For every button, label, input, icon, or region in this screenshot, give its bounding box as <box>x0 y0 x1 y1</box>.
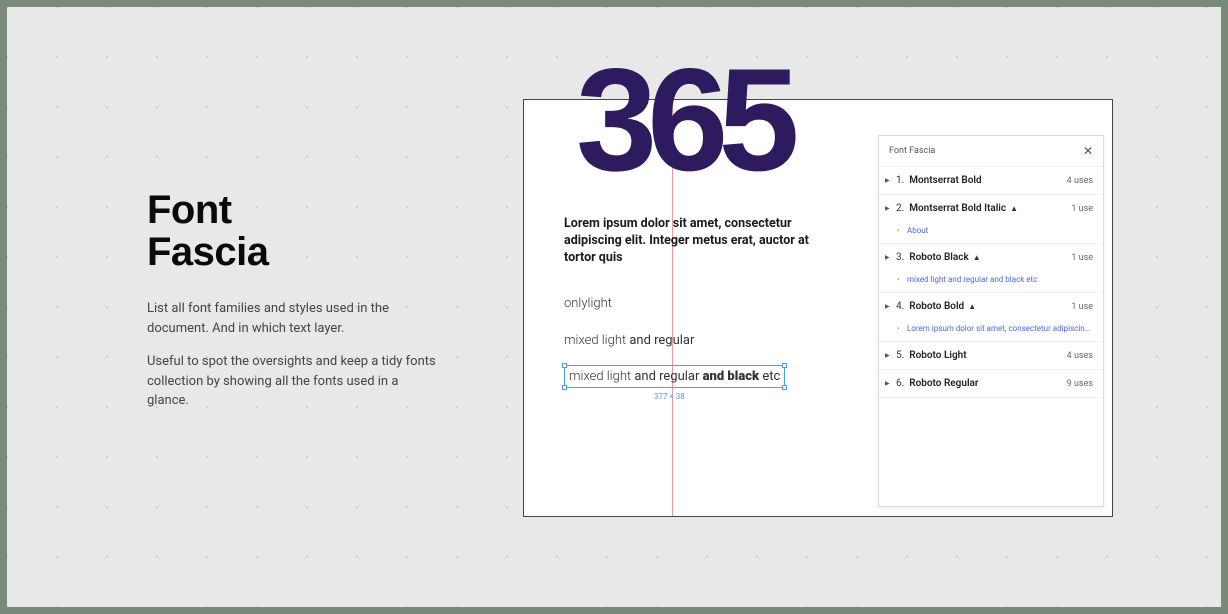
font-row-6[interactable]: ▶ 6. Roboto Regular 9 uses <box>879 370 1103 398</box>
row-index: 2. <box>896 203 904 214</box>
selection-handle-tr[interactable] <box>782 363 787 368</box>
uses-count: 4 uses <box>1067 351 1093 361</box>
warning-icon: ▲ <box>973 253 981 262</box>
row-index: 6. <box>896 378 904 389</box>
font-fascia-panel: Font Fascia ✕ ▶ 1. Montserrat Bold 4 use… <box>878 135 1104 507</box>
page-background: Font Fascia List all font families and s… <box>7 7 1221 607</box>
uses-count: 1 use <box>1071 302 1093 312</box>
font-name: Roboto Regular <box>909 378 1066 389</box>
canvas-preview: 365 Lorem ipsum dolor sit amet, consecte… <box>523 99 1113 517</box>
row-index: 1. <box>896 175 904 186</box>
expand-icon[interactable]: ▶ <box>885 352 891 359</box>
layer-link-about[interactable]: About <box>879 222 1103 244</box>
expand-icon[interactable]: ▶ <box>885 303 891 310</box>
title-line-1: Font <box>147 189 437 231</box>
font-name: Roboto Black▲ <box>909 252 1071 263</box>
font-name: Roboto Light <box>909 350 1066 361</box>
body-paragraph: Lorem ipsum dolor sit amet, consectetur … <box>564 216 829 267</box>
sample-text-1: onlylight <box>564 296 612 311</box>
sample-text-2: mixed light and regular <box>564 333 694 348</box>
selected-text-layer[interactable]: mixed light and regular and black etc <box>564 365 785 388</box>
font-row-2[interactable]: ▶ 2. Montserrat Bold Italic▲ 1 use <box>879 195 1103 222</box>
uses-count: 9 uses <box>1067 379 1093 389</box>
font-row-1[interactable]: ▶ 1. Montserrat Bold 4 uses <box>879 167 1103 195</box>
row-index: 4. <box>896 301 904 312</box>
row-index: 3. <box>896 252 904 263</box>
warning-icon: ▲ <box>1010 204 1018 213</box>
layer-link-mixed[interactable]: mixed light and regular and black etc <box>879 271 1103 293</box>
description-1: List all font families and styles used i… <box>147 299 437 338</box>
sample2-light: mixed light <box>564 333 629 348</box>
selection-handle-tl[interactable] <box>562 363 567 368</box>
font-row-3[interactable]: ▶ 3. Roboto Black▲ 1 use <box>879 244 1103 271</box>
panel-header: Font Fascia ✕ <box>879 136 1103 167</box>
title-line-2: Fascia <box>147 231 437 273</box>
sample3-regular: and regular <box>634 369 702 384</box>
row-index: 5. <box>896 350 904 361</box>
selection-dimensions: 377 × 38 <box>654 392 685 401</box>
font-name: Montserrat Bold Italic▲ <box>909 203 1071 214</box>
selection-handle-bl[interactable] <box>562 385 567 390</box>
font-row-5[interactable]: ▶ 5. Roboto Light 4 uses <box>879 342 1103 370</box>
selection-handle-br[interactable] <box>782 385 787 390</box>
warning-icon: ▲ <box>968 302 976 311</box>
large-number-text: 365 <box>576 36 790 204</box>
sample2-regular: and regular <box>629 333 694 348</box>
plugin-title: Font Fascia <box>147 189 437 273</box>
panel-title: Font Fascia <box>889 146 935 156</box>
close-icon[interactable]: ✕ <box>1083 144 1093 158</box>
expand-icon[interactable]: ▶ <box>885 177 891 184</box>
sample3-tail: etc <box>762 369 780 384</box>
expand-icon[interactable]: ▶ <box>885 380 891 387</box>
expand-icon[interactable]: ▶ <box>885 205 891 212</box>
sample3-light: mixed light <box>569 369 634 384</box>
font-name: Montserrat Bold <box>909 175 1066 186</box>
font-name: Roboto Bold▲ <box>909 301 1071 312</box>
layer-link-lorem[interactable]: Lorem ipsum dolor sit amet, consectetur … <box>879 320 1103 342</box>
uses-count: 1 use <box>1071 253 1093 263</box>
uses-count: 4 uses <box>1067 176 1093 186</box>
expand-icon[interactable]: ▶ <box>885 254 891 261</box>
font-row-4[interactable]: ▶ 4. Roboto Bold▲ 1 use <box>879 293 1103 320</box>
sample3-black: and black <box>703 369 763 384</box>
description-2: Useful to spot the oversights and keep a… <box>147 352 437 411</box>
uses-count: 1 use <box>1071 204 1093 214</box>
